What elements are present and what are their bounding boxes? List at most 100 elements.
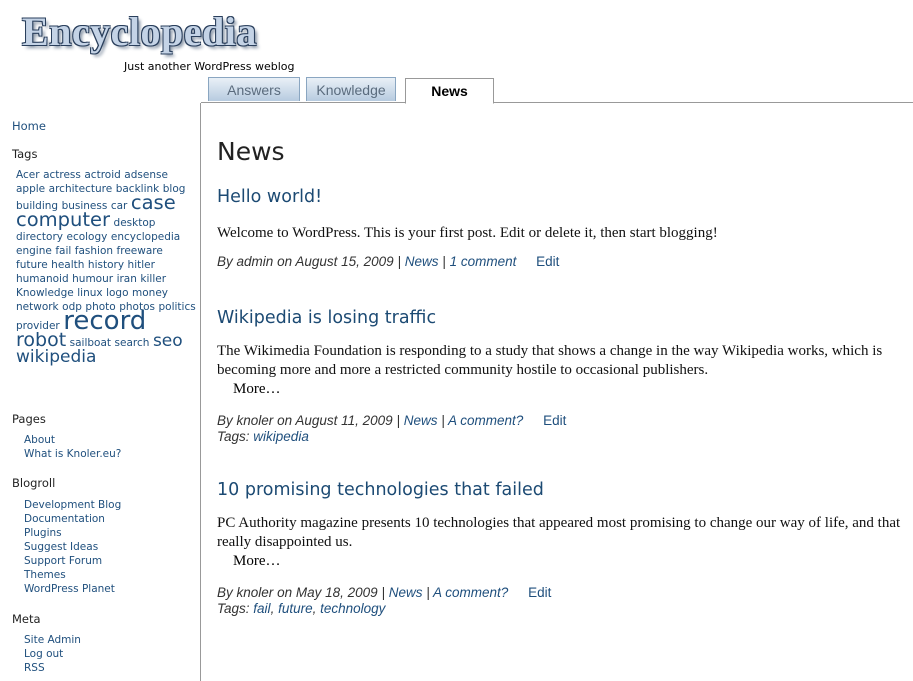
post: Hello world! Welcome to WordPress. This … <box>217 187 907 270</box>
post-meta: By admin on August 15, 2009 | News | 1 c… <box>217 254 560 269</box>
blogroll-link[interactable]: Themes <box>24 569 66 581</box>
tag-cloud-link[interactable]: ecology <box>66 231 107 243</box>
tag-cloud-link[interactable]: humour <box>72 273 113 285</box>
post-tag-link[interactable]: technology <box>320 601 385 616</box>
tag-cloud-link[interactable]: iran <box>117 273 137 285</box>
tag-cloud-link[interactable]: fashion <box>75 245 113 257</box>
post-title[interactable]: Hello world! <box>217 187 907 207</box>
tag-cloud-link[interactable]: freeware <box>117 245 163 257</box>
tag-cloud-link[interactable]: search <box>115 337 150 349</box>
post-author: knoler <box>236 413 274 428</box>
tag-cloud-link[interactable]: directory <box>16 231 63 243</box>
post-comments-link[interactable]: A comment? <box>433 585 508 600</box>
post-tag-link[interactable]: future <box>278 601 313 616</box>
page-title: News <box>217 137 285 166</box>
blogroll-link[interactable]: Support Forum <box>24 555 102 567</box>
post-edit-link[interactable]: Edit <box>536 254 559 269</box>
tag-cloud-link[interactable]: killer <box>140 273 166 285</box>
tab-knowledge[interactable]: Knowledge <box>306 77 396 101</box>
tag-cloud-link[interactable]: seo <box>153 331 183 351</box>
tag-cloud-link[interactable]: case <box>131 191 176 214</box>
tag-cloud-link[interactable]: apple <box>16 183 45 195</box>
tag-cloud-link[interactable]: car <box>111 200 128 212</box>
tag-cloud-link[interactable]: history <box>88 259 124 271</box>
post-title[interactable]: 10 promising technologies that failed <box>217 480 907 500</box>
tag-cloud-link[interactable]: logo <box>106 287 128 299</box>
tag-cloud-link[interactable]: linux <box>77 287 102 299</box>
post-category-link[interactable]: News <box>404 413 438 428</box>
site-title[interactable]: Encyclopedia <box>22 8 257 55</box>
tab-answers[interactable]: Answers <box>208 77 300 101</box>
post-date: August 15, 2009 <box>295 254 394 269</box>
post-comments-link[interactable]: 1 comment <box>450 254 517 269</box>
more-link[interactable]: More… <box>233 381 281 397</box>
tag-cloud-link[interactable]: actroid <box>84 169 120 181</box>
tag-cloud-link[interactable]: money <box>132 287 168 299</box>
post: Wikipedia is losing traffic The Wikimedi… <box>217 308 907 445</box>
pages-list: About What is Knoler.eu? <box>24 433 121 461</box>
post-excerpt: The Wikimedia Foundation is responding t… <box>217 343 883 397</box>
post-category-link[interactable]: News <box>405 254 439 269</box>
post-comments-link[interactable]: A comment? <box>448 413 523 428</box>
blogroll-heading: Blogroll <box>12 476 56 490</box>
post-author: admin <box>236 254 274 269</box>
post-tag-link[interactable]: wikipedia <box>253 429 309 444</box>
tag-cloud-link[interactable]: adsense <box>124 169 168 181</box>
blogroll-link[interactable]: Development Blog <box>24 499 121 511</box>
post-author: knoler <box>236 585 274 600</box>
pages-heading: Pages <box>12 412 46 426</box>
tag-cloud-link[interactable]: encyclopedia <box>111 231 180 243</box>
post-meta: By knoler on August 11, 2009 | News | A … <box>217 413 567 428</box>
tag-cloud-link[interactable]: network <box>16 301 59 313</box>
tag-cloud-link[interactable]: hitler <box>128 259 155 271</box>
tag-cloud-link[interactable]: Acer <box>16 169 40 181</box>
meta-link-site-admin[interactable]: Site Admin <box>24 634 81 646</box>
post-meta: By knoler on May 18, 2009 | News | A com… <box>217 585 552 600</box>
tag-cloud-link[interactable]: Knowledge <box>16 287 74 299</box>
post-tag-link[interactable]: fail <box>253 601 270 616</box>
tag-cloud-link[interactable]: record <box>63 306 146 336</box>
meta-list: Site Admin Log out RSS <box>24 633 81 675</box>
tag-cloud-link[interactable]: engine <box>16 245 52 257</box>
post-edit-link[interactable]: Edit <box>543 413 566 428</box>
blogroll-link[interactable]: Documentation <box>24 513 105 525</box>
more-link[interactable]: More… <box>233 553 281 569</box>
tag-cloud-link[interactable]: computer <box>16 208 110 231</box>
tag-cloud-link[interactable]: actress <box>43 169 81 181</box>
tag-cloud-link[interactable]: architecture <box>49 183 113 195</box>
blogroll-link[interactable]: WordPress Planet <box>24 583 115 595</box>
site-header: Encyclopedia Just another WordPress webl… <box>0 0 913 104</box>
post-category-link[interactable]: News <box>389 585 423 600</box>
post-tags: Tags: fail, future, technology <box>217 601 386 616</box>
tag-cloud-link[interactable]: health <box>51 259 84 271</box>
post: 10 promising technologies that failed PC… <box>217 480 907 617</box>
meta-link-rss[interactable]: RSS <box>24 662 45 674</box>
post-tags: Tags: wikipedia <box>217 429 309 444</box>
page-link-what-is-knoler[interactable]: What is Knoler.eu? <box>24 448 121 460</box>
sidebar: Home Tags Acer actress actroid adsense a… <box>0 103 201 681</box>
meta-heading: Meta <box>12 612 41 626</box>
blogroll-link[interactable]: Plugins <box>24 527 62 539</box>
tag-cloud-link[interactable]: politics <box>158 301 195 313</box>
tag-cloud-link[interactable]: desktop <box>114 217 156 229</box>
tab-news[interactable]: News <box>405 78 494 104</box>
site-tagline: Just another WordPress weblog <box>124 60 295 73</box>
blogroll-link[interactable]: Suggest Ideas <box>24 541 98 553</box>
post-date: May 18, 2009 <box>295 585 378 600</box>
blogroll-list: Development Blog Documentation Plugins S… <box>24 498 121 596</box>
tab-bar-divider <box>201 102 913 103</box>
tags-heading: Tags <box>12 147 38 161</box>
tag-cloud: Acer actress actroid adsense apple archi… <box>16 168 196 366</box>
post-date: August 11, 2009 <box>295 413 393 428</box>
post-excerpt: Welcome to WordPress. This is your first… <box>217 225 718 241</box>
post-title[interactable]: Wikipedia is losing traffic <box>217 308 907 328</box>
tag-cloud-link[interactable]: humanoid <box>16 273 69 285</box>
tag-cloud-link[interactable]: fail <box>55 245 71 257</box>
post-excerpt: PC Authority magazine presents 10 techno… <box>217 515 901 569</box>
tag-cloud-link[interactable]: future <box>16 259 48 271</box>
post-edit-link[interactable]: Edit <box>528 585 551 600</box>
tag-cloud-link[interactable]: wikipedia <box>16 347 96 367</box>
page-link-about[interactable]: About <box>24 434 55 446</box>
meta-link-log-out[interactable]: Log out <box>24 648 63 660</box>
sidebar-home-link[interactable]: Home <box>12 119 46 133</box>
